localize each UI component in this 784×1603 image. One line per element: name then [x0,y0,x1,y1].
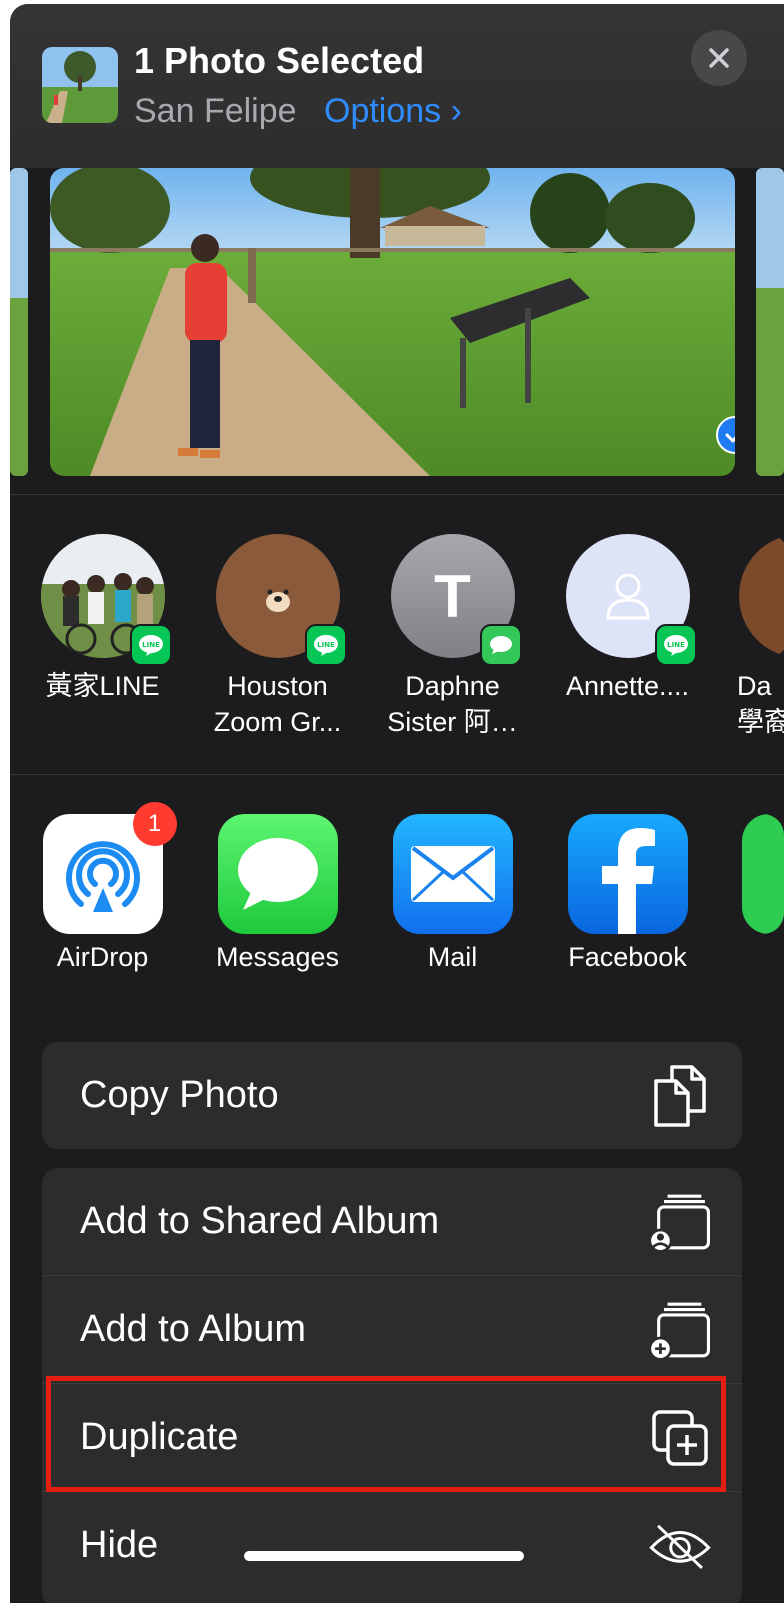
person-huang-line[interactable]: LINE 黃家LINE [15,534,190,704]
add-album-icon [648,1295,712,1365]
avatar: T [390,534,522,666]
messages-button[interactable]: Messages [190,814,365,973]
duplicate-icon [648,1403,712,1473]
copy-photo-row[interactable]: Copy Photo [42,1042,742,1149]
more-app-partial[interactable] [742,814,784,934]
person-name: Da 學裔 [715,668,784,740]
add-to-album-row[interactable]: Add to Album [42,1276,742,1384]
avatar: LINE [215,534,347,666]
person-name-line2: 學裔 [737,707,784,737]
chevron-right-icon: › [450,92,462,130]
app-label: Messages [215,942,340,972]
next-photo[interactable] [756,168,784,476]
mail-button[interactable]: Mail [365,814,540,973]
options-button[interactable]: Options › [324,92,462,130]
avatar [739,534,784,658]
airdrop-icon: 1 [42,802,177,934]
share-header: 1 Photo Selected San Felipe Options › [10,4,784,168]
album-actions-group: Add to Shared Album Add to Album Duplica… [42,1168,742,1603]
header-subtitle: San Felipe Options › [134,92,462,131]
line-app-icon: LINE [129,624,172,666]
divider [10,774,784,775]
messages-app-icon [479,624,522,666]
person-houston-zoom[interactable]: LINE Houston Zoom Gr... [190,534,365,740]
avatar: LINE [565,534,697,666]
person-partial[interactable]: Da 學裔 [715,534,784,740]
svg-text:LINE: LINE [667,641,685,649]
copy-group: Copy Photo [42,1042,742,1149]
copy-photo-label: Copy Photo [80,1074,279,1116]
person-name-line1: Houston [227,671,328,701]
person-name-line2: Sister 阿… [387,707,518,737]
divider [10,494,784,495]
notification-badge: 1 [132,802,177,846]
person-name: Annette.... [565,671,690,701]
avatar: LINE [40,534,172,666]
duplicate-label: Duplicate [80,1416,239,1458]
eye-slash-icon [648,1511,712,1581]
app-label: Mail [427,942,478,972]
selected-photo[interactable] [50,168,735,476]
copy-icon [648,1061,712,1131]
add-to-shared-album-row[interactable]: Add to Shared Album [42,1168,742,1276]
add-to-album-label: Add to Album [80,1308,307,1350]
bear-icon [265,589,290,612]
photo-strip [10,168,784,498]
app-label: Facebook [568,942,687,972]
app-row: 1 AirDrop Messages Mail Facebook [10,780,784,1030]
person-annette[interactable]: LINE Annette.... [540,534,715,704]
shared-album-icon [648,1187,712,1257]
hide-label: Hide [80,1524,159,1566]
location-label: San Felipe [134,92,297,130]
photo-thumbnail [42,47,118,123]
line-app-icon: LINE [304,624,347,666]
svg-text:LINE: LINE [317,641,335,649]
person-name: Daphne Sister 阿… [365,668,540,740]
avatar-initial: T [434,562,471,630]
duplicate-row[interactable]: Duplicate [42,1384,742,1492]
home-indicator [244,1551,524,1561]
facebook-button[interactable]: Facebook [540,814,715,973]
messages-icon [217,814,338,934]
app-icon-partial [742,814,784,934]
person-daphne[interactable]: T Daphne Sister 阿… [365,534,540,740]
person-name-line2: Zoom Gr... [213,707,342,737]
person-name: 黃家LINE [45,671,160,701]
person-name-line1: Daphne [405,671,500,701]
person-name: Houston Zoom Gr... [190,668,365,740]
options-label: Options [324,92,442,130]
app-label: AirDrop [56,942,149,972]
person-name-line1: Da [737,671,772,701]
svg-text:LINE: LINE [142,641,160,649]
header-title: 1 Photo Selected [134,40,425,81]
facebook-icon [567,814,688,934]
airdrop-button[interactable]: 1 AirDrop [15,802,190,973]
share-sheet: 1 Photo Selected San Felipe Options › LI… [10,4,784,1603]
previous-photo[interactable] [10,168,28,476]
add-to-shared-album-label: Add to Shared Album [80,1200,440,1242]
people-suggestions: LINE 黃家LINE LINE Houston Zoom Gr... T Da… [10,504,784,774]
mail-icon [392,814,513,934]
close-button[interactable] [691,30,747,86]
line-app-icon: LINE [654,624,697,666]
hide-row[interactable]: Hide [42,1492,742,1599]
close-icon [709,48,729,68]
person-placeholder-icon [605,573,650,620]
